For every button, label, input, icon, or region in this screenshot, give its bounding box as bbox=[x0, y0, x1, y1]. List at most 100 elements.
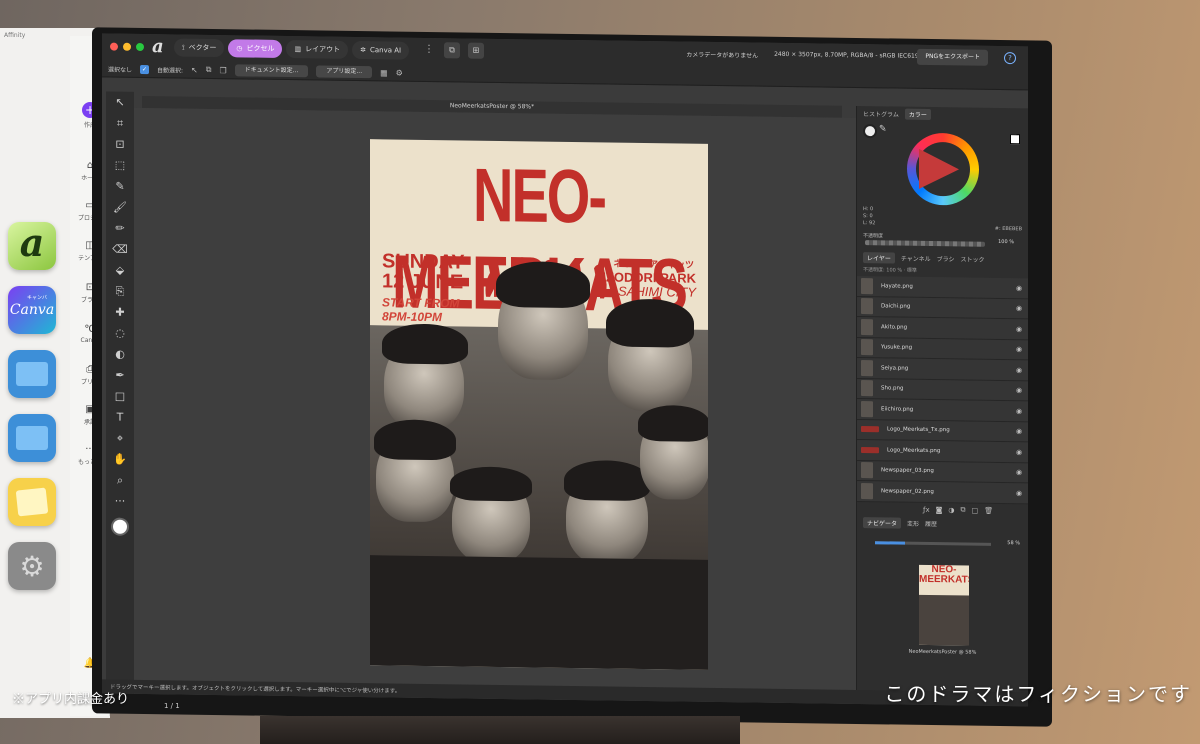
tab-layers[interactable]: レイヤー bbox=[863, 251, 895, 264]
visibility-eye-icon[interactable]: ◉ bbox=[1016, 345, 1028, 353]
frame-icon[interactable]: ▦ bbox=[380, 68, 388, 77]
layer-row[interactable]: Logo_Meerkats_Tx.png ◉ bbox=[857, 419, 1028, 443]
export-png-button[interactable]: PNGをエクスポート bbox=[917, 48, 988, 66]
persona-pixel[interactable]: ◷ ピクセル bbox=[228, 39, 283, 58]
zoom-value[interactable]: 58 % bbox=[1007, 540, 1020, 546]
visibility-eye-icon[interactable]: ◉ bbox=[1016, 325, 1028, 333]
zoom-tool-icon[interactable]: ⌕ bbox=[106, 469, 134, 490]
trash-icon[interactable]: 🗑 bbox=[984, 506, 993, 514]
swap-swatch[interactable] bbox=[1010, 134, 1020, 145]
affinity-app-icon[interactable]: a bbox=[8, 220, 56, 270]
adjustment-icon[interactable]: ◑ bbox=[948, 506, 954, 514]
help-icon[interactable]: ? bbox=[1004, 52, 1016, 65]
healing-tool-icon[interactable]: ✚ bbox=[106, 301, 134, 322]
visibility-eye-icon[interactable]: ◉ bbox=[1016, 386, 1028, 394]
tab-navigator[interactable]: ナビゲータ bbox=[863, 517, 902, 529]
visibility-eye-icon[interactable]: ◉ bbox=[1016, 284, 1028, 292]
visibility-eye-icon[interactable]: ◉ bbox=[1016, 468, 1028, 476]
transform-tool-icon[interactable]: ⊡ bbox=[106, 133, 134, 154]
layer-row[interactable]: Hayate.png ◉ bbox=[857, 275, 1028, 299]
add-layer-icon[interactable]: □ bbox=[972, 506, 979, 514]
layer-row[interactable]: Newspaper_02.png ◉ bbox=[857, 480, 1028, 504]
more-icon[interactable]: ⋮ bbox=[424, 44, 434, 55]
visibility-eye-icon[interactable]: ◉ bbox=[1016, 407, 1028, 415]
select-none-label[interactable]: 選択なし bbox=[108, 64, 132, 73]
persona-canva-ai[interactable]: ✲ Canva AI bbox=[352, 40, 410, 60]
opacity-slider[interactable] bbox=[865, 240, 985, 247]
fill-tool-icon[interactable]: ⬙ bbox=[106, 259, 134, 280]
persona-layout[interactable]: ▥ レイアウト bbox=[286, 40, 349, 59]
affinity-logo-icon[interactable]: a bbox=[152, 36, 164, 57]
persona-vector[interactable]: ⟟ ベクター bbox=[174, 38, 225, 58]
text-tool-icon[interactable]: T bbox=[106, 406, 134, 427]
move-tool-icon[interactable]: ↖ bbox=[106, 91, 134, 112]
zoom-slider[interactable] bbox=[875, 540, 991, 546]
copy-icon[interactable]: ❐ bbox=[219, 66, 226, 75]
window-controls bbox=[110, 42, 144, 52]
color-triangle[interactable] bbox=[919, 148, 959, 190]
tab-history[interactable]: 履歴 bbox=[925, 519, 937, 528]
erase-brush-icon[interactable]: ⌫ bbox=[106, 238, 134, 259]
canvas-area[interactable]: NEO-MEERKATS SUNDAY 12 JUNE START FROM 8… bbox=[134, 107, 856, 704]
clone-tool-icon[interactable]: ⎘ bbox=[106, 280, 134, 301]
eyedropper-icon[interactable]: ✎ bbox=[879, 124, 887, 134]
minimize-window-button[interactable] bbox=[123, 42, 131, 51]
zoom-window-button[interactable] bbox=[136, 42, 144, 52]
layer-row[interactable]: Newspaper_03.png ◉ bbox=[857, 460, 1028, 484]
hex-value[interactable]: #: EBEBEB bbox=[995, 226, 1022, 232]
mask-icon[interactable]: ◙ bbox=[936, 506, 943, 514]
settings-app-icon[interactable]: ⚙ bbox=[8, 542, 56, 590]
folder-app-icon-2[interactable] bbox=[8, 414, 56, 462]
tab-brushes[interactable]: ブラシ bbox=[937, 254, 955, 263]
selection-brush-icon[interactable]: ✎ bbox=[106, 175, 134, 196]
arrange-icon[interactable]: ⧉ bbox=[444, 42, 460, 59]
layer-row[interactable]: Seiya.png ◉ bbox=[857, 357, 1028, 381]
visibility-eye-icon[interactable]: ◉ bbox=[1016, 489, 1028, 497]
tab-histogram[interactable]: ヒストグラム bbox=[863, 109, 899, 119]
layer-row[interactable]: Akito.png ◉ bbox=[857, 316, 1028, 340]
pixel-brush-icon[interactable]: ✏ bbox=[106, 217, 134, 238]
tab-channels[interactable]: チャンネル bbox=[901, 253, 931, 262]
auto-select-checkbox[interactable]: ✓ bbox=[140, 64, 150, 74]
visibility-eye-icon[interactable]: ◉ bbox=[1016, 427, 1028, 435]
grid-icon[interactable]: ⊞ bbox=[468, 42, 484, 59]
crop-tool-icon[interactable]: ⌗ bbox=[106, 112, 134, 133]
layer-row[interactable]: Sho.png ◉ bbox=[857, 378, 1028, 402]
eyedropper-tool-icon[interactable]: ⌖ bbox=[106, 427, 134, 448]
close-window-button[interactable] bbox=[110, 42, 118, 51]
group-icon[interactable]: ⧉ bbox=[961, 505, 966, 514]
notes-app-icon[interactable] bbox=[8, 478, 56, 526]
layer-row[interactable]: Logo_Meerkats.png ◉ bbox=[857, 439, 1028, 463]
app-settings-button[interactable]: アプリ設定... bbox=[316, 65, 373, 79]
shape-tool-icon[interactable]: □ bbox=[106, 385, 134, 406]
pen-tool-icon[interactable]: ✒ bbox=[106, 364, 134, 385]
blur-tool-icon[interactable]: ◌ bbox=[106, 322, 134, 343]
opacity-value[interactable]: 100 % bbox=[998, 239, 1014, 245]
poster-document[interactable]: NEO-MEERKATS SUNDAY 12 JUNE START FROM 8… bbox=[370, 139, 708, 670]
hand-tool-icon[interactable]: ✋ bbox=[106, 448, 134, 469]
tab-stock[interactable]: ストック bbox=[961, 254, 985, 263]
layer-row[interactable]: Eiichiro.png ◉ bbox=[857, 398, 1028, 422]
tab-color[interactable]: カラー bbox=[904, 108, 931, 120]
navigator-preview[interactable]: NEO-MEERKATS bbox=[919, 564, 969, 646]
layer-row[interactable]: Yusuke.png ◉ bbox=[857, 337, 1028, 361]
select-mode-icon[interactable]: ⧉ bbox=[206, 65, 212, 75]
fx-icon[interactable]: ƒx bbox=[923, 505, 930, 513]
folder-app-icon[interactable] bbox=[8, 350, 56, 398]
marquee-tool-icon[interactable]: ⬚ bbox=[106, 154, 134, 175]
visibility-eye-icon[interactable]: ◉ bbox=[1016, 304, 1028, 312]
primary-color-swatch[interactable] bbox=[111, 517, 129, 536]
gear-icon[interactable]: ⚙ bbox=[396, 68, 403, 77]
pointer-icon[interactable]: ↖ bbox=[191, 65, 198, 74]
paint-brush-icon[interactable]: 🖌 bbox=[106, 196, 134, 217]
dodge-tool-icon[interactable]: ◐ bbox=[106, 343, 134, 364]
visibility-eye-icon[interactable]: ◉ bbox=[1016, 366, 1028, 374]
document-settings-button[interactable]: ドキュメント設定... bbox=[234, 64, 309, 78]
tab-transform[interactable]: 変形 bbox=[907, 519, 919, 528]
more-tools-icon[interactable]: ··· bbox=[106, 490, 134, 511]
member-hair bbox=[564, 459, 650, 502]
canva-app-icon[interactable]: キャンバ Canva bbox=[8, 286, 56, 334]
layer-row[interactable]: Daichi.png ◉ bbox=[857, 296, 1028, 320]
fill-swatch[interactable] bbox=[863, 124, 877, 139]
visibility-eye-icon[interactable]: ◉ bbox=[1016, 448, 1028, 456]
